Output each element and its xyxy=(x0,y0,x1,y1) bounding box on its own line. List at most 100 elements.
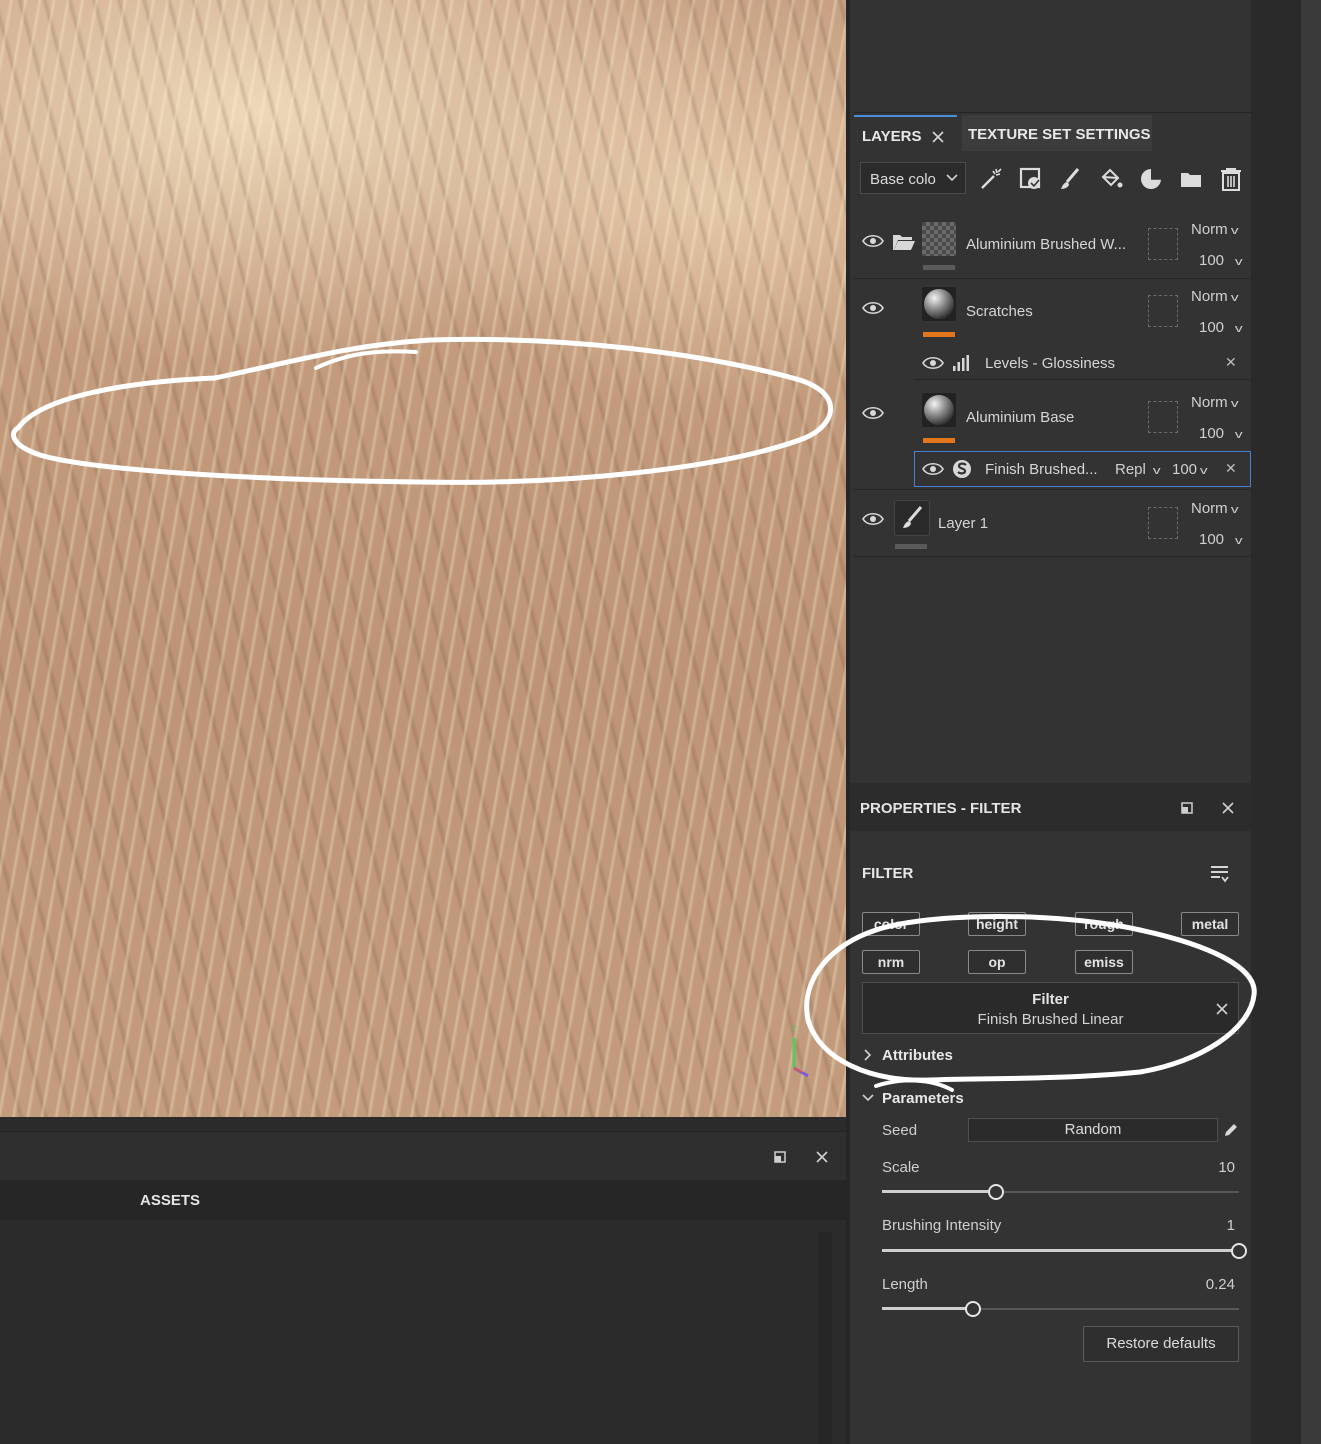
trash-icon[interactable] xyxy=(1218,166,1244,192)
effect-blend-select[interactable]: Repl v xyxy=(1115,461,1160,478)
layer-thumbnail[interactable] xyxy=(922,222,956,256)
layers-panel: LAYERS TEXTURE SET SETTINGS Base colo Al… xyxy=(846,0,1251,783)
annotation-ellipse-viewport xyxy=(11,336,834,485)
channel-chip-rough[interactable]: rough xyxy=(1075,912,1133,936)
smart-material-icon[interactable] xyxy=(1138,166,1164,192)
layer-row-aluminium-brushed[interactable]: Aluminium Brushed W... Norm v 100 v xyxy=(854,212,1251,279)
filter-resource-box[interactable]: Filter Finish Brushed Linear xyxy=(862,982,1239,1034)
length-label: Length xyxy=(882,1276,928,1293)
layers-toolbar: Base colo xyxy=(854,160,1251,200)
eye-icon[interactable] xyxy=(922,356,944,370)
magic-wand-icon[interactable] xyxy=(978,166,1004,192)
chevron-down-icon: v xyxy=(1230,398,1239,410)
layer-row-aluminium-base[interactable]: Aluminium Base Norm v 100 v xyxy=(854,383,1251,451)
eye-icon[interactable] xyxy=(922,462,944,476)
effect-row-levels[interactable]: Levels - Glossiness ✕ xyxy=(914,346,1251,380)
maximize-icon[interactable] xyxy=(770,1147,790,1167)
slider-fill xyxy=(882,1190,997,1193)
material-sphere-icon xyxy=(924,395,954,425)
folder-icon[interactable] xyxy=(1178,166,1204,192)
layer-name: Layer 1 xyxy=(938,515,989,532)
restore-defaults-button[interactable]: Restore defaults xyxy=(1083,1326,1239,1362)
channel-chip-height[interactable]: height xyxy=(968,912,1026,936)
close-icon[interactable] xyxy=(1220,800,1236,816)
channel-chip-op[interactable]: op xyxy=(968,950,1026,974)
tab-layers[interactable]: LAYERS xyxy=(854,115,957,151)
slider-handle[interactable] xyxy=(965,1301,982,1317)
parameters-label: Parameters xyxy=(882,1090,964,1107)
channel-select[interactable]: Base colo xyxy=(860,162,966,194)
opacity-value: 100 xyxy=(1199,531,1225,548)
add-mask-icon[interactable] xyxy=(1018,166,1044,192)
eye-icon[interactable] xyxy=(862,234,884,248)
channel-chip-nrm[interactable]: nrm xyxy=(862,950,920,974)
attributes-section-toggle[interactable]: Attributes xyxy=(862,1047,953,1064)
seed-random-button[interactable]: Random xyxy=(968,1118,1218,1142)
filter-box-subtitle: Finish Brushed Linear xyxy=(977,1011,1124,1028)
blend-mode-select[interactable]: Norm v xyxy=(1191,394,1239,411)
layer-thumbnail[interactable] xyxy=(922,287,956,321)
eye-icon[interactable] xyxy=(862,406,884,420)
layer-row-layer-1[interactable]: Layer 1 Norm v 100 v xyxy=(854,489,1251,557)
layer-thumbnail[interactable] xyxy=(922,393,956,427)
opacity-select[interactable]: 100 v xyxy=(1199,319,1243,336)
channel-chip-metal[interactable]: metal xyxy=(1181,912,1239,936)
brush-icon[interactable] xyxy=(1058,166,1084,192)
seed-label: Seed xyxy=(882,1122,918,1139)
pencil-icon[interactable] xyxy=(1222,1121,1240,1139)
scale-slider[interactable] xyxy=(882,1183,1239,1201)
opacity-value: 100 xyxy=(1199,425,1225,442)
fill-bucket-icon[interactable] xyxy=(1098,166,1124,192)
layers-tabs: LAYERS TEXTURE SET SETTINGS xyxy=(854,112,1251,153)
opacity-select[interactable]: 100 v xyxy=(1199,425,1243,442)
properties-panel: PROPERTIES - FILTER FILTER color height … xyxy=(846,783,1251,1444)
tab-layers-label: LAYERS xyxy=(862,128,922,145)
filter-menu-icon[interactable] xyxy=(1208,863,1232,885)
eye-icon[interactable] xyxy=(862,301,884,315)
brushing-intensity-slider[interactable] xyxy=(882,1242,1247,1260)
remove-effect-icon[interactable]: ✕ xyxy=(1225,460,1237,477)
layer-thumbnail[interactable] xyxy=(894,500,930,536)
right-scroll-track[interactable] xyxy=(1301,0,1321,1444)
blend-mode-select[interactable]: Norm v xyxy=(1191,500,1238,517)
effect-name: Levels - Glossiness xyxy=(985,355,1116,372)
brushing-intensity-label: Brushing Intensity xyxy=(882,1217,1002,1234)
channel-chip-color[interactable]: color xyxy=(862,912,920,936)
parameters-section-toggle[interactable]: Parameters xyxy=(862,1090,964,1107)
folder-open-icon[interactable] xyxy=(892,232,916,252)
mask-slot[interactable] xyxy=(1148,295,1178,327)
eye-icon[interactable] xyxy=(862,512,884,526)
mask-slot[interactable] xyxy=(1148,228,1178,260)
scale-value: 10 xyxy=(1218,1159,1235,1176)
chevron-down-icon: v xyxy=(1234,323,1243,335)
effect-row-finish-brushed[interactable]: Finish Brushed... Repl v 100 v ✕ xyxy=(914,451,1251,487)
channel-chip-emiss[interactable]: emiss xyxy=(1075,950,1133,974)
substance-filter-icon xyxy=(953,460,971,478)
assets-scrollbar[interactable] xyxy=(818,1232,832,1444)
effect-opacity-select[interactable]: 100 v xyxy=(1172,461,1208,478)
blend-mode-select[interactable]: Norm v xyxy=(1191,221,1238,238)
length-slider[interactable] xyxy=(882,1300,1239,1318)
opacity-select[interactable]: 100 v xyxy=(1199,531,1243,548)
mask-slot[interactable] xyxy=(1148,507,1178,539)
layer-name: Aluminium Brushed W... xyxy=(966,236,1127,253)
material-sphere-icon xyxy=(924,289,954,319)
opacity-select[interactable]: 100 v xyxy=(1199,252,1243,269)
close-tab-icon[interactable] xyxy=(930,129,946,145)
slider-handle[interactable] xyxy=(1231,1243,1247,1259)
chevron-down-icon: v xyxy=(1199,465,1208,477)
3d-viewport[interactable]: Y xyxy=(0,0,846,1117)
close-icon[interactable] xyxy=(812,1147,832,1167)
slider-handle[interactable] xyxy=(988,1184,1005,1200)
tab-texture-set-settings[interactable]: TEXTURE SET SETTINGS xyxy=(962,115,1152,151)
mask-slot[interactable] xyxy=(1148,401,1178,433)
maximize-icon[interactable] xyxy=(1180,801,1194,815)
remove-effect-icon[interactable]: ✕ xyxy=(1225,354,1237,371)
properties-title: PROPERTIES - FILTER xyxy=(860,800,1022,817)
blend-mode-value: Norm xyxy=(1191,500,1228,517)
blend-mode-select[interactable]: Norm v xyxy=(1191,288,1238,305)
svg-text:Y: Y xyxy=(791,1024,797,1034)
close-icon[interactable] xyxy=(1214,1001,1230,1017)
assets-title: ASSETS xyxy=(140,1192,201,1209)
layer-row-scratches[interactable]: Scratches Norm v 100 v xyxy=(854,279,1251,346)
